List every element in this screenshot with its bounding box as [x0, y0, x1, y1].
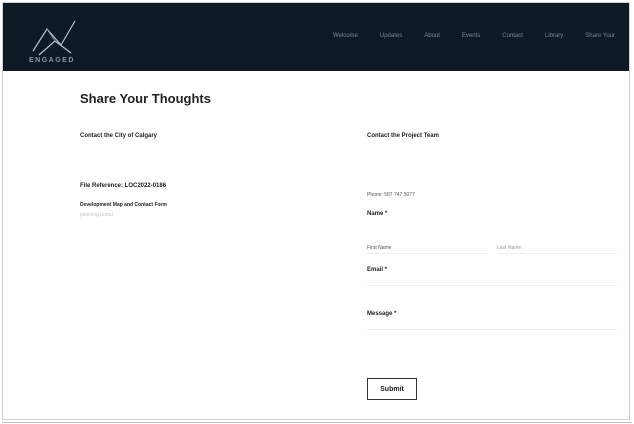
first-name-field[interactable]: First Name	[367, 245, 391, 251]
city-contact-heading: Contact the City of Calgary	[80, 133, 158, 139]
nav-item-events[interactable]: Events	[462, 33, 480, 39]
message-field[interactable]	[367, 329, 617, 330]
submit-button[interactable]: Submit	[367, 378, 417, 400]
nav-item-about[interactable]: About	[424, 33, 440, 39]
page-bottom-edge	[2, 422, 632, 423]
phone-number: Phone: 587 747 5077	[367, 192, 415, 198]
project-team-heading: Contact the Project Team	[367, 133, 439, 139]
file-reference: File Reference: LOC2022-0186	[80, 183, 167, 189]
last-name-field[interactable]: Last Name	[497, 245, 521, 251]
first-name-underline	[367, 253, 487, 254]
nav-item-library[interactable]: Library	[545, 33, 563, 39]
email-field[interactable]	[367, 285, 617, 286]
page-content: Share Your Thoughts Contact the City of …	[0, 71, 634, 421]
page-title: Share Your Thoughts	[80, 91, 211, 106]
last-name-underline	[497, 253, 617, 254]
nav-item-share[interactable]: Share Your	[585, 33, 615, 39]
name-label: Name *	[367, 211, 388, 217]
email-label: Email *	[367, 267, 388, 273]
logo-text: ENGAGED	[29, 57, 75, 64]
message-label: Message *	[367, 311, 397, 317]
nav-item-welcome[interactable]: Welcome	[333, 33, 358, 39]
main-nav: Welcome Updates About Events Contact Lib…	[333, 33, 615, 39]
development-map-link[interactable]: Development Map and Contact Form	[80, 202, 167, 208]
map-sub-note: planning portal	[80, 212, 113, 218]
site-header: ENGAGED Welcome Updates About Events Con…	[3, 3, 629, 71]
nav-item-contact[interactable]: Contact	[502, 33, 523, 39]
nav-item-updates[interactable]: Updates	[380, 33, 402, 39]
